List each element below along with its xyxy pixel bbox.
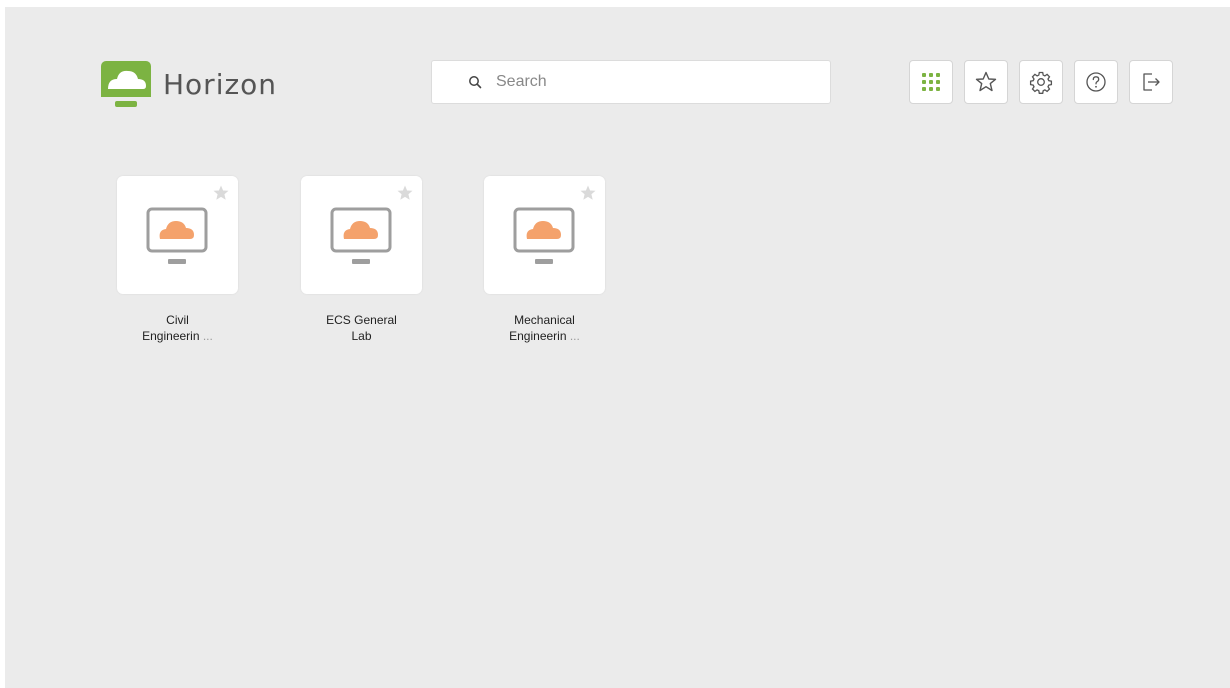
settings-button[interactable] [1019,60,1063,104]
desktop-label-line1: ECS General [326,313,397,327]
desktop-tile-ecs-general-lab[interactable]: ECS General Lab [301,176,422,344]
app-title: Horizon [163,67,278,101]
app-grid-button[interactable] [909,60,953,104]
remote-desktop-icon [513,207,575,264]
favorites-star-icon [975,71,997,92]
desktop-label-line2: Engineerin ... [142,329,213,343]
desktop-tile-civil-engineering[interactable]: Civil Engineerin ... [117,176,238,344]
desktop-label-line1: Civil [166,313,189,327]
desktop-label-line2: Lab [351,329,372,343]
favorite-star-icon[interactable] [396,184,414,202]
help-button[interactable] [1074,60,1118,104]
favorite-star-icon[interactable] [579,184,597,202]
remote-desktop-icon [330,207,392,264]
horizon-app: Horizon Search Civil Engineerin ... ECS … [5,7,1230,688]
logout-button[interactable] [1129,60,1173,104]
settings-gear-icon [1029,71,1053,94]
favorite-star-icon[interactable] [212,184,230,202]
horizon-logo: Horizon [99,59,277,109]
favorites-button[interactable] [964,60,1008,104]
desktop-tile-mechanical-engineering[interactable]: Mechanical Engineerin ... [484,176,605,344]
desktop-label: Civil Engineerin ... [117,312,238,344]
search-input[interactable] [494,72,818,92]
desktop-card[interactable] [484,176,605,294]
search-box[interactable] [431,60,831,104]
remote-desktop-icon [146,207,208,264]
desktop-card[interactable] [301,176,422,294]
desktop-label-line1: Mechanical [514,313,575,327]
desktop-label: ECS General Lab [301,312,422,344]
logout-icon [1143,73,1160,91]
app-grid-icon [922,73,940,91]
help-icon [1086,72,1106,92]
desktop-label: Mechanical Engineerin ... [484,312,605,344]
header-toolbar [909,60,1184,104]
desktop-label-line2: Engineerin ... [509,329,580,343]
desktop-card[interactable] [117,176,238,294]
horizon-logo-icon [101,61,151,107]
search-icon [469,76,482,89]
